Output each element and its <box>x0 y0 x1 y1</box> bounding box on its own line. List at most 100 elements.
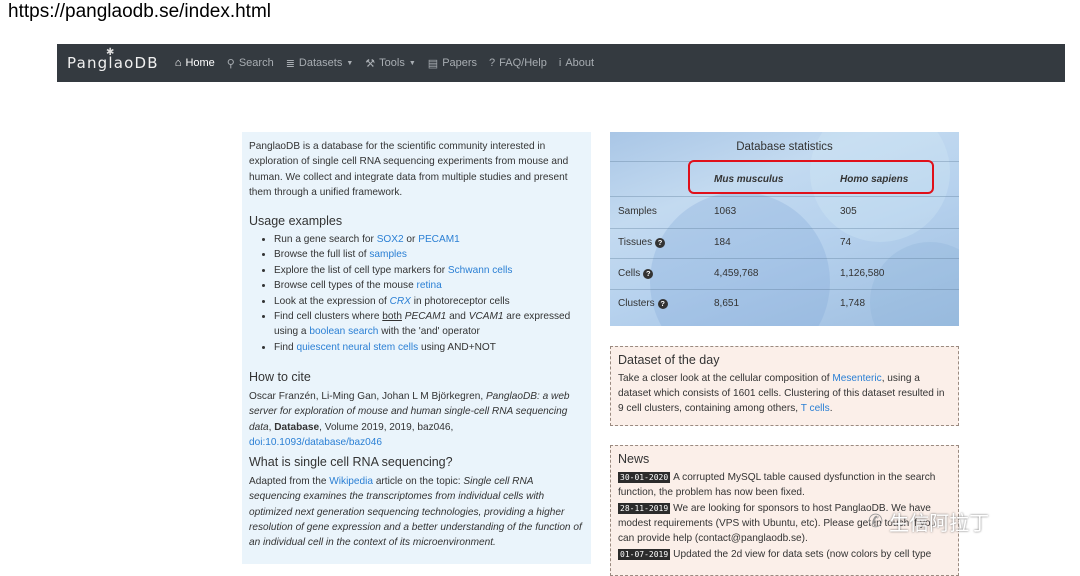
intro-column: PanglaoDB is a database for the scientif… <box>242 132 591 564</box>
usage-example-item: Browse cell types of the mouse retina <box>274 278 583 293</box>
text-fragment: Adapted from the <box>249 475 330 487</box>
stats-row-label: Samples <box>618 206 657 217</box>
nav-label: Datasets <box>298 57 343 69</box>
text-fragment: PECAM1 <box>404 311 447 323</box>
nav-label: Home <box>185 57 215 69</box>
nav-label: About <box>565 57 595 69</box>
text-fragment: Find cell clusters where <box>274 311 383 323</box>
caret-down-icon: ▼ <box>346 59 354 67</box>
text-fragment: using AND+NOT <box>418 341 496 353</box>
text-fragment: Oscar Franzén, Li-Ming Gan, Johan L M Bj… <box>249 390 486 402</box>
text-fragment: VCAM1 <box>468 311 504 323</box>
dataset-day-text: Take a closer look at the cellular compo… <box>611 371 958 416</box>
background-decoration <box>870 242 959 326</box>
stats-value-human: 1,748 <box>840 298 866 309</box>
news-text: Updated the 2d view for data sets (now c… <box>673 549 932 560</box>
nav-label: Tools <box>379 57 405 69</box>
dataset-day-title: Dataset of the day <box>618 353 720 367</box>
text-fragment: , Volume 2019, 2019, baz046, <box>319 421 454 433</box>
text-fragment: and <box>446 311 469 323</box>
text-fragment: or <box>403 234 419 246</box>
highlight-annotation <box>688 160 934 194</box>
text-fragment: both <box>382 311 402 323</box>
text-link[interactable]: boolean search <box>309 326 378 337</box>
nav-item-home[interactable]: ⌂ Home <box>175 57 215 69</box>
stats-value-mouse[interactable]: 1063 <box>714 206 736 217</box>
help-question-icon[interactable]: ? <box>643 268 654 279</box>
nav-item-about[interactable]: i About <box>559 57 594 69</box>
scrna-heading: What is single cell RNA sequencing? <box>249 455 453 470</box>
stats-row-label: Cells? <box>618 268 654 279</box>
nav-item-tools[interactable]: ⚒ Tools ▼ <box>365 57 416 70</box>
text-fragment: Take a closer look at the cellular compo… <box>618 373 833 384</box>
usage-heading: Usage examples <box>249 213 343 228</box>
news-date-badge: 01-07-2019 <box>618 549 671 560</box>
news-date-badge: 30-01-2020 <box>618 472 671 483</box>
intro-text: PanglaoDB is a database for the scientif… <box>249 141 569 199</box>
divider <box>610 196 959 197</box>
text-link[interactable]: Wikipedia <box>329 476 373 487</box>
news-item: 01-07-2019 Updated the 2d view for data s… <box>618 547 952 562</box>
wechat-icon: ✆ <box>868 511 884 531</box>
text-link[interactable]: doi:10.1093/database/baz046 <box>249 437 382 448</box>
nav-label: FAQ/Help <box>499 57 547 69</box>
text-link[interactable]: retina <box>417 280 442 291</box>
divider <box>610 258 959 259</box>
newspaper-icon: ▤ <box>427 57 439 70</box>
text-link[interactable]: PECAM1 <box>418 234 460 245</box>
text-link[interactable]: Schwann cells <box>448 265 513 276</box>
text-fragment: article on the topic: <box>373 475 464 487</box>
help-question-icon[interactable]: ? <box>655 237 666 248</box>
nav-item-search[interactable]: ⚲ Search <box>227 57 274 70</box>
nav-label: Search <box>238 57 274 69</box>
nav-item-faqhelp[interactable]: ? FAQ/Help <box>489 57 547 69</box>
stats-label-text: Tissues <box>618 237 653 248</box>
text-fragment: Find <box>274 341 297 353</box>
text-fragment: Explore the list of cell type markers fo… <box>274 264 448 276</box>
help-question-icon[interactable]: ? <box>657 298 668 309</box>
nav-item-datasets[interactable]: ≣ Datasets ▼ <box>286 57 354 70</box>
usage-example-item: Find quiescent neural stem cells using A… <box>274 340 583 355</box>
stats-value-mouse: 184 <box>714 237 731 248</box>
stats-value-human[interactable]: 305 <box>840 206 857 217</box>
caret-down-icon: ▼ <box>408 59 416 67</box>
background-decoration <box>650 192 830 326</box>
usage-example-item: Run a gene search for SOX2 or PECAM1 <box>274 232 583 247</box>
top-navbar: PanglaoDB ✱ ⌂ Home ⚲ Search ≣ Datasets ▼ ⚒ Tools… <box>57 44 1065 82</box>
news-title: News <box>618 452 650 466</box>
text-link[interactable]: samples <box>369 249 407 260</box>
divider <box>610 228 959 229</box>
stats-label-text: Samples <box>618 206 657 217</box>
text-link[interactable]: SOX2 <box>377 234 404 245</box>
stats-label-text: Clusters <box>618 298 655 309</box>
search-icon: ⚲ <box>226 57 235 70</box>
text-link[interactable]: T cells <box>801 403 830 414</box>
info-icon: i <box>558 57 562 69</box>
stats-value-mouse: 8,651 <box>714 298 740 309</box>
text-fragment: . <box>829 403 833 414</box>
usage-example-item: Find cell clusters where both PECAM1 and… <box>274 309 583 340</box>
usage-example-item: Browse the full list of samples <box>274 247 583 262</box>
palm-tree-icon: ✱ <box>106 47 116 58</box>
brand-logo[interactable]: PanglaoDB ✱ <box>67 47 159 72</box>
news-item: 30-01-2020 A corrupted MySQL table caused… <box>618 470 952 500</box>
text-link[interactable]: quiescent neural stem cells <box>296 342 418 353</box>
text-link[interactable]: Mesenteric <box>832 373 881 384</box>
stats-row-label: Clusters? <box>618 298 668 309</box>
news-date-badge: 28-11-2019 <box>618 503 671 514</box>
text-fragment: with the 'and' operator <box>378 326 480 338</box>
wrench-icon: ⚒ <box>365 57 376 70</box>
question-icon: ? <box>489 57 496 69</box>
page-url-caption: https://panglaodb.se/index.html <box>8 1 272 22</box>
database-icon: ≣ <box>285 57 295 70</box>
scrna-description: Adapted from the Wikipedia article on th… <box>249 474 583 551</box>
divider <box>610 289 959 290</box>
cite-heading: How to cite <box>249 370 311 385</box>
text-fragment: Run a gene search for <box>274 234 377 246</box>
stats-value-human: 74 <box>840 237 852 248</box>
text-fragment: Database <box>274 421 320 433</box>
text-fragment: in photoreceptor cells <box>410 295 510 307</box>
text-link[interactable]: CRX <box>390 296 411 307</box>
nav-label: Papers <box>442 57 478 69</box>
nav-item-papers[interactable]: ▤ Papers <box>428 57 477 70</box>
